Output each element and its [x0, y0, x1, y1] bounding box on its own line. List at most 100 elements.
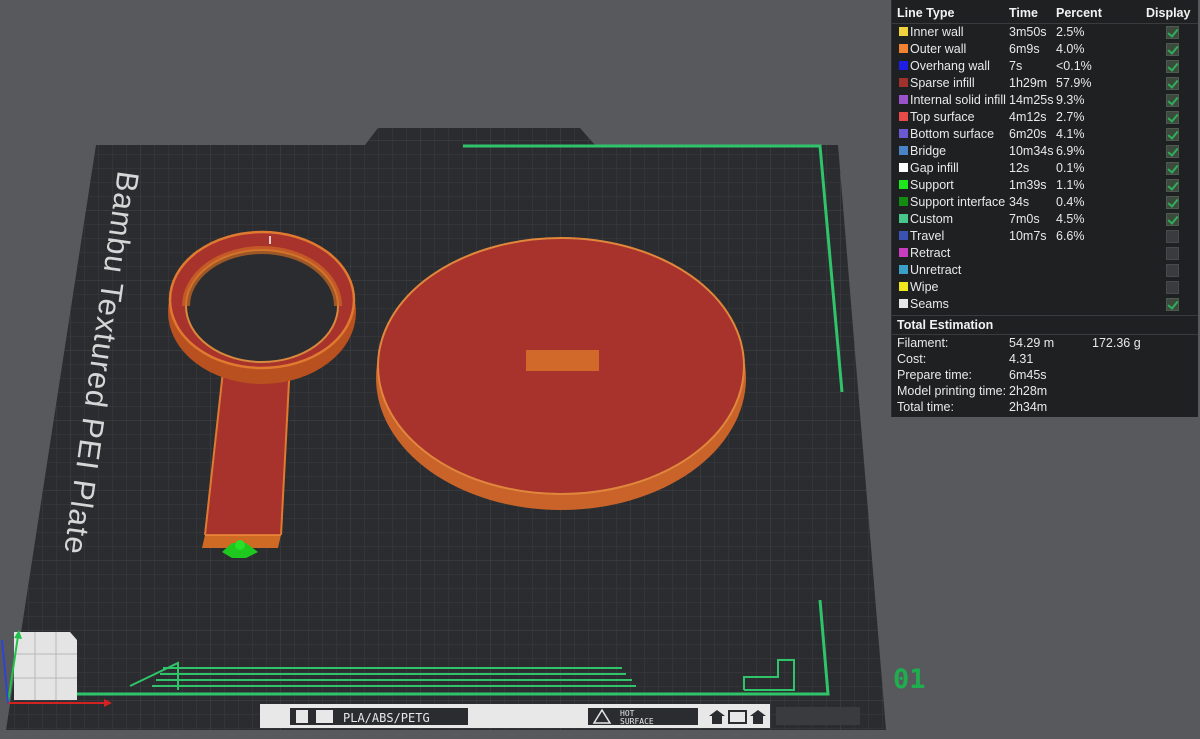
line-type-percent: 6.6% — [1056, 229, 1085, 243]
model-disc[interactable] — [376, 237, 746, 510]
legend-row: Outer wall 6m9s 4.0% — [892, 41, 1198, 58]
display-checkbox[interactable] — [1166, 230, 1179, 243]
header-percent: Percent — [1056, 6, 1102, 20]
model-value: 2h28m — [1009, 384, 1048, 398]
display-checkbox[interactable] — [1166, 77, 1179, 90]
line-type-percent: 2.7% — [1056, 110, 1085, 124]
line-type-time: 6m20s — [1009, 127, 1047, 141]
line-type-time: 14m25s — [1009, 93, 1054, 107]
line-type-time: 7m0s — [1009, 212, 1040, 226]
display-checkbox[interactable] — [1166, 111, 1179, 124]
prepare-value: 6m45s — [1009, 368, 1047, 382]
check-icon — [1167, 179, 1179, 191]
line-type-time: 34s — [1009, 195, 1030, 209]
check-icon — [1167, 60, 1179, 72]
legend-row: Bottom surface 6m20s 4.1% — [892, 126, 1198, 143]
line-type-name: Gap infill — [910, 161, 959, 175]
display-checkbox[interactable] — [1166, 298, 1179, 311]
line-type-time: 3m50s — [1009, 25, 1047, 39]
display-checkbox[interactable] — [1166, 281, 1179, 294]
line-type-percent: 9.3% — [1056, 93, 1085, 107]
model-label: Model printing time: — [897, 384, 1007, 398]
line-type-time: 7s — [1009, 59, 1023, 73]
line-type-legend-panel: Line Type Time Percent Display Inner wal… — [891, 0, 1198, 417]
display-checkbox[interactable] — [1166, 94, 1179, 107]
check-icon — [1167, 145, 1179, 157]
display-checkbox[interactable] — [1166, 145, 1179, 158]
line-type-name: Internal solid infill — [910, 93, 1006, 107]
line-type-name: Outer wall — [910, 42, 967, 56]
legend-row: Overhang wall 7s <0.1% — [892, 58, 1198, 75]
line-type-time: 10m34s — [1009, 144, 1054, 158]
cost-value: 4.31 — [1009, 352, 1034, 366]
color-swatch — [899, 163, 908, 172]
display-checkbox[interactable] — [1166, 213, 1179, 226]
line-type-name: Bridge — [910, 144, 947, 158]
line-type-percent: 6.9% — [1056, 144, 1085, 158]
hot-surface-line2: SURFACE — [620, 717, 654, 726]
display-checkbox[interactable] — [1166, 179, 1179, 192]
legend-row: Support 1m39s 1.1% — [892, 177, 1198, 194]
line-type-percent: 2.5% — [1056, 25, 1085, 39]
filament-length: 54.29 m — [1009, 336, 1055, 350]
line-type-percent: 1.1% — [1056, 178, 1085, 192]
legend-row: Bridge 10m34s 6.9% — [892, 143, 1198, 160]
total-value: 2h34m — [1009, 400, 1048, 414]
brand-logo-icon — [296, 710, 308, 723]
line-type-percent: 0.4% — [1056, 195, 1085, 209]
estimation-title: Total Estimation — [897, 318, 994, 332]
disc-top-label — [526, 350, 599, 371]
line-type-name: Travel — [910, 229, 945, 243]
legend-row: Support interface 34s 0.4% — [892, 194, 1198, 211]
display-checkbox[interactable] — [1166, 60, 1179, 73]
line-type-percent: 0.1% — [1056, 161, 1085, 175]
display-checkbox[interactable] — [1166, 43, 1179, 56]
legend-row: Inner wall 3m50s 2.5% — [892, 24, 1198, 41]
color-swatch — [899, 146, 908, 155]
check-icon — [1167, 128, 1179, 140]
color-swatch — [899, 265, 908, 274]
view-cube[interactable] — [14, 632, 77, 700]
display-checkbox[interactable] — [1166, 128, 1179, 141]
display-checkbox[interactable] — [1166, 26, 1179, 39]
line-type-name: Wipe — [910, 280, 939, 294]
display-checkbox[interactable] — [1166, 196, 1179, 209]
check-icon — [1167, 94, 1179, 106]
estimation-separator-top — [892, 315, 1198, 316]
legend-row: Wipe — [892, 279, 1198, 296]
color-swatch — [899, 231, 908, 240]
display-checkbox[interactable] — [1166, 247, 1179, 260]
display-checkbox[interactable] — [1166, 264, 1179, 277]
color-swatch — [899, 214, 908, 223]
color-swatch — [899, 180, 908, 189]
line-type-time: 10m7s — [1009, 229, 1047, 243]
line-type-name: Sparse infill — [910, 76, 975, 90]
line-type-name: Unretract — [910, 263, 962, 277]
legend-row: Internal solid infill 14m25s 9.3% — [892, 92, 1198, 109]
line-type-name: Seams — [910, 297, 949, 311]
color-swatch — [899, 112, 908, 121]
line-type-name: Bottom surface — [910, 127, 995, 141]
line-type-name: Top surface — [910, 110, 975, 124]
prepare-label: Prepare time: — [897, 368, 973, 382]
check-icon — [1167, 213, 1179, 225]
estimation-total-time: Total time: 2h34m — [892, 400, 1198, 416]
estimation-cost: Cost: 4.31 — [892, 352, 1198, 368]
line-type-name: Retract — [910, 246, 951, 260]
check-icon — [1167, 43, 1179, 55]
line-type-percent: 4.5% — [1056, 212, 1085, 226]
estimation-model-time: Model printing time: 2h28m — [892, 384, 1198, 400]
color-swatch — [899, 61, 908, 70]
legend-header: Line Type Time Percent Display — [892, 5, 1198, 23]
legend-row: Sparse infill 1h29m 57.9% — [892, 75, 1198, 92]
legend-row: Unretract — [892, 262, 1198, 279]
header-line-type: Line Type — [897, 6, 955, 20]
estimation-separator — [892, 334, 1198, 335]
estimation-prepare-time: Prepare time: 6m45s — [892, 368, 1198, 384]
color-swatch — [899, 282, 908, 291]
check-icon — [1167, 196, 1179, 208]
plate-number[interactable]: 01 — [893, 664, 926, 695]
legend-row: Gap infill 12s 0.1% — [892, 160, 1198, 177]
total-label: Total time: — [897, 400, 954, 414]
display-checkbox[interactable] — [1166, 162, 1179, 175]
